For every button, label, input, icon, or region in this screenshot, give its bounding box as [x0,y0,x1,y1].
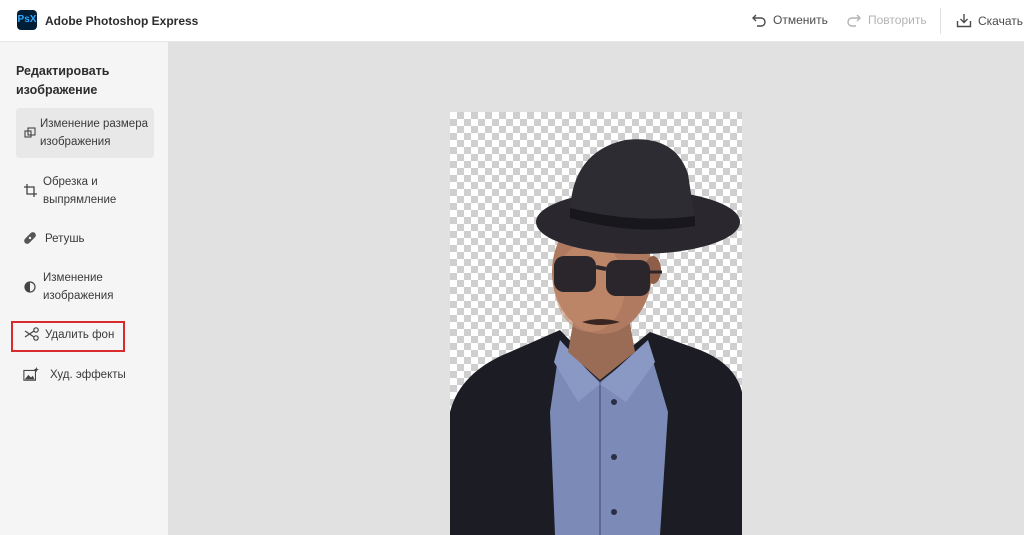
download-button[interactable]: Скачать [956,13,1023,28]
highlight-annotation [11,321,125,352]
sidebar-item-crop[interactable]: Обрезка и выпрямление [16,172,154,210]
redo-button[interactable]: Повторить [846,13,927,27]
undo-icon [752,14,766,27]
sidebar: Редактировать изображение Изменение разм… [0,42,168,535]
adjust-icon [22,279,38,295]
portrait-cutout [450,139,742,535]
edited-photo[interactable] [450,112,742,535]
download-label: Скачать [978,13,1023,28]
sidebar-item-label: Ретушь [45,233,85,245]
sparkle-image-icon [23,366,39,382]
sidebar-item-label: Худ. эффекты [50,369,126,381]
top-bar: PsX Adobe Photoshop Express Отменить Пов… [0,0,1024,42]
redo-icon [847,14,861,27]
app-title: Adobe Photoshop Express [45,14,199,28]
crop-icon [22,182,38,198]
sidebar-item-retouch[interactable]: Ретушь [16,228,154,250]
download-icon [956,14,972,28]
sidebar-item-label: Изменение изображения [43,272,114,302]
hat [536,139,740,254]
sidebar-heading: Редактировать изображение [16,64,110,97]
sidebar-item-art-effects[interactable]: Худ. эффекты [16,364,154,386]
sidebar-item-resize[interactable]: Изменение размера изображения [16,108,154,158]
resize-icon [22,125,38,141]
app-logo: PsX [17,10,37,30]
sidebar-item-label: Обрезка и выпрямление [43,176,117,206]
undo-label: Отменить [773,13,828,27]
bandage-icon [22,230,38,246]
toolbar-divider [940,8,941,34]
undo-button[interactable]: Отменить [751,13,828,27]
sidebar-item-label: Изменение размера изображения [40,118,148,148]
sidebar-item-adjust[interactable]: Изменение изображения [16,268,154,306]
redo-label: Повторить [868,13,927,27]
